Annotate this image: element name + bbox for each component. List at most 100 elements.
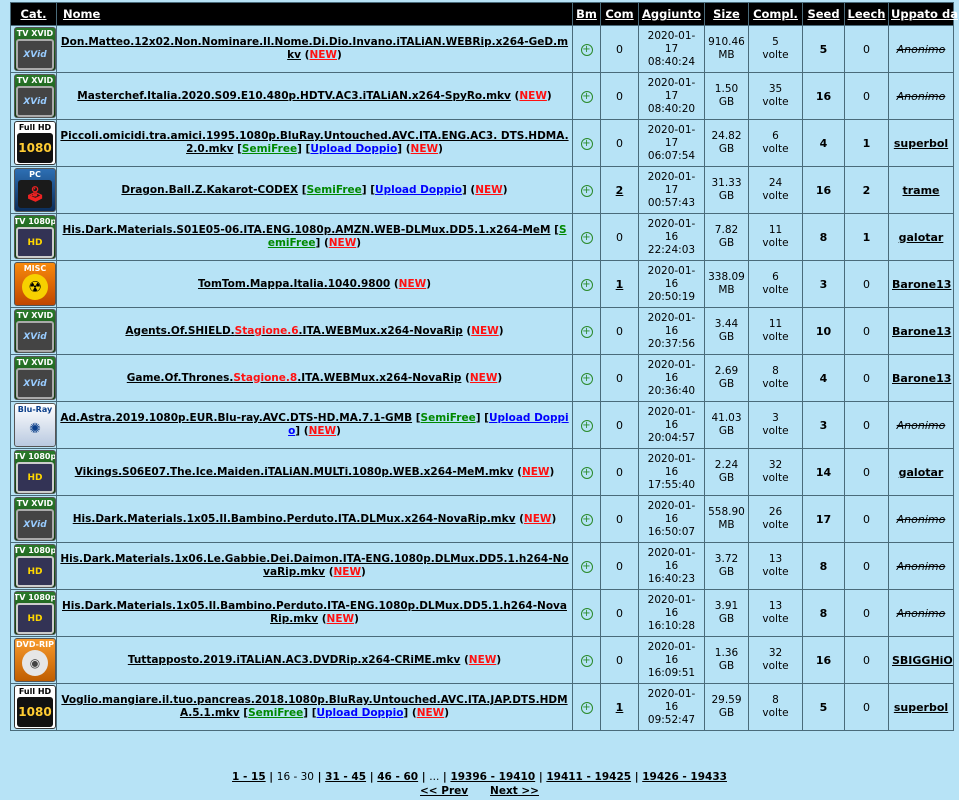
category-cell[interactable]: TV 1080p HD bbox=[10, 213, 57, 261]
category-cell[interactable]: TV XVID XVid bbox=[10, 25, 57, 73]
category-cell[interactable]: TV 1080p HD bbox=[10, 589, 57, 637]
uploader-link[interactable]: Barone13 bbox=[892, 278, 951, 291]
uploader-link[interactable]: galotar bbox=[899, 466, 944, 479]
uploader-link[interactable]: Barone13 bbox=[892, 372, 951, 385]
comments-link[interactable]: 2 bbox=[616, 184, 624, 197]
category-fhd-icon[interactable]: Full HD 1080 bbox=[14, 121, 56, 165]
category-xvid-icon[interactable]: TV XVID XVid bbox=[14, 497, 56, 541]
add-bookmark-icon[interactable]: + bbox=[580, 608, 593, 620]
add-bookmark-icon[interactable]: + bbox=[580, 185, 593, 197]
page-link[interactable]: 19411 - 19425 bbox=[546, 771, 631, 783]
torrent-name-link[interactable]: Game.Of.Thrones.Stagione.8.ITA.WEBMux.x2… bbox=[127, 372, 462, 384]
torrent-name-cell: His.Dark.Materials.S01E05-06.ITA.ENG.108… bbox=[56, 213, 573, 261]
uploader-anonymous: Anonimo bbox=[896, 559, 946, 573]
uploader-link[interactable]: trame bbox=[902, 184, 939, 197]
category-xvid-icon[interactable]: TV XVID XVid bbox=[14, 27, 56, 71]
category-xvid-icon[interactable]: TV XVID XVid bbox=[14, 74, 56, 118]
category-cell[interactable]: TV XVID XVid bbox=[10, 307, 57, 355]
page-link[interactable]: 19426 - 19433 bbox=[642, 771, 727, 783]
torrent-name-link[interactable]: Ad.Astra.2019.1080p.EUR.Blu-ray.AVC.DTS-… bbox=[60, 412, 412, 424]
category-dvd-icon[interactable]: DVD-RIP ◉ bbox=[14, 638, 56, 682]
category-cell[interactable]: TV 1080p HD bbox=[10, 448, 57, 496]
category-1080tv-icon[interactable]: TV 1080p HD bbox=[14, 544, 56, 588]
add-bookmark-icon[interactable]: + bbox=[580, 91, 593, 103]
added-date: 2020-01-16 bbox=[647, 452, 696, 478]
header-added[interactable]: Aggiunto bbox=[638, 2, 705, 26]
category-pc-icon[interactable]: PC 🕹 bbox=[14, 168, 56, 212]
category-cell[interactable]: PC 🕹 bbox=[10, 166, 57, 214]
header-seed[interactable]: Seed bbox=[802, 2, 845, 26]
add-bookmark-icon[interactable]: + bbox=[580, 420, 593, 432]
uploader-link[interactable]: superbol bbox=[894, 701, 948, 714]
leechers-count: 0 bbox=[844, 683, 889, 731]
category-bluray-icon[interactable]: Blu-Ray ✺ bbox=[14, 403, 56, 447]
add-bookmark-icon[interactable]: + bbox=[580, 138, 593, 150]
add-bookmark-icon[interactable]: + bbox=[580, 467, 593, 479]
add-bookmark-icon[interactable]: + bbox=[580, 514, 593, 526]
add-bookmark-icon[interactable]: + bbox=[580, 373, 593, 385]
header-com[interactable]: Com bbox=[600, 2, 639, 26]
category-cell[interactable]: Blu-Ray ✺ bbox=[10, 401, 57, 449]
torrent-name-link[interactable]: TomTom.Mappa.Italia.1040.9800 bbox=[198, 278, 390, 290]
page-link[interactable]: 1 - 15 bbox=[232, 771, 266, 783]
add-bookmark-icon[interactable]: + bbox=[580, 279, 593, 291]
add-bookmark-icon[interactable]: + bbox=[580, 702, 593, 714]
torrent-name-link[interactable]: His.Dark.Materials.1x05.Il.Bambino.Perdu… bbox=[73, 513, 516, 525]
page-link[interactable]: 31 - 45 bbox=[325, 771, 366, 783]
torrent-name-cell: Tuttapposto.2019.iTALiAN.AC3.DVDRip.x264… bbox=[56, 636, 573, 684]
header-size[interactable]: Size bbox=[704, 2, 749, 26]
header-compl[interactable]: Compl. bbox=[748, 2, 803, 26]
uploader-link[interactable]: Barone13 bbox=[892, 325, 951, 338]
category-fhd-icon[interactable]: Full HD 1080 bbox=[14, 685, 56, 729]
uploader-link[interactable]: SBIGGHiO bbox=[892, 654, 953, 667]
uploader-anonymous: Anonimo bbox=[896, 512, 946, 526]
completed-unit: volte bbox=[762, 425, 789, 437]
header-uploader[interactable]: Uppato da bbox=[888, 2, 958, 26]
category-misc-icon[interactable]: MISC ☢ bbox=[14, 262, 56, 306]
torrent-name-link[interactable]: His.Dark.Materials.1x05.Il.Bambino.Perdu… bbox=[62, 600, 567, 625]
add-bookmark-icon[interactable]: + bbox=[580, 561, 593, 573]
category-1080tv-icon[interactable]: TV 1080p HD bbox=[14, 591, 56, 635]
torrent-name-link[interactable]: Masterchef.Italia.2020.S09.E10.480p.HDTV… bbox=[77, 90, 511, 102]
header-cat[interactable]: Cat. bbox=[10, 2, 57, 26]
prev-page-link[interactable]: << Prev bbox=[420, 785, 468, 797]
comments-count: 0 bbox=[616, 324, 623, 338]
torrent-name-link[interactable]: Tuttapposto.2019.iTALiAN.AC3.DVDRip.x264… bbox=[128, 654, 461, 666]
category-cell[interactable]: TV XVID XVid bbox=[10, 495, 57, 543]
torrent-name-link[interactable]: Voglio.mangiare.il.tuo.pancreas.2018.108… bbox=[61, 694, 567, 719]
uploader-link[interactable]: superbol bbox=[894, 137, 948, 150]
add-bookmark-icon[interactable]: + bbox=[580, 232, 593, 244]
category-cell[interactable]: TV XVID XVid bbox=[10, 354, 57, 402]
header-name[interactable]: Nome bbox=[56, 2, 573, 26]
bookmark-cell: + bbox=[572, 401, 601, 449]
category-1080tv-icon[interactable]: TV 1080p HD bbox=[14, 215, 56, 259]
torrent-name-link[interactable]: His.Dark.Materials.S01E05-06.ITA.ENG.108… bbox=[62, 224, 550, 236]
category-xvid-icon[interactable]: TV XVID XVid bbox=[14, 356, 56, 400]
size-value: 1.36 bbox=[714, 647, 739, 659]
size-value: 24.82 bbox=[711, 130, 742, 142]
header-bm[interactable]: Bm bbox=[572, 2, 601, 26]
add-bookmark-icon[interactable]: + bbox=[580, 655, 593, 667]
category-cell[interactable]: TV 1080p HD bbox=[10, 542, 57, 590]
torrent-name-link[interactable]: Vikings.S06E07.The.Ice.Maiden.iTALiAN.MU… bbox=[75, 466, 514, 478]
add-bookmark-icon[interactable]: + bbox=[580, 44, 593, 56]
uploader-link[interactable]: galotar bbox=[899, 231, 944, 244]
torrent-name-link[interactable]: Agents.Of.SHIELD.Stagione.6.ITA.WEBMux.x… bbox=[125, 325, 462, 337]
comments-link[interactable]: 1 bbox=[616, 701, 624, 714]
category-1080tv-icon[interactable]: TV 1080p HD bbox=[14, 450, 56, 494]
category-cell[interactable]: Full HD 1080 bbox=[10, 119, 57, 167]
category-cell[interactable]: DVD-RIP ◉ bbox=[10, 636, 57, 684]
next-page-link[interactable]: Next >> bbox=[490, 785, 539, 797]
page-link[interactable]: 46 - 60 bbox=[377, 771, 418, 783]
category-cell[interactable]: Full HD 1080 bbox=[10, 683, 57, 731]
page-link[interactable]: 19396 - 19410 bbox=[450, 771, 535, 783]
torrent-name-link[interactable]: Dragon.Ball.Z.Kakarot-CODEX bbox=[121, 184, 298, 196]
category-label: DVD-RIP bbox=[16, 640, 54, 649]
add-bookmark-icon[interactable]: + bbox=[580, 326, 593, 338]
comments-link[interactable]: 1 bbox=[616, 278, 624, 291]
category-xvid-icon[interactable]: TV XVID XVid bbox=[14, 309, 56, 353]
category-cell[interactable]: MISC ☢ bbox=[10, 260, 57, 308]
torrent-name-link[interactable]: His.Dark.Materials.1x06.Le.Gabbie.Dei.Da… bbox=[60, 553, 568, 578]
category-cell[interactable]: TV XVID XVid bbox=[10, 72, 57, 120]
header-leech[interactable]: Leech bbox=[844, 2, 889, 26]
